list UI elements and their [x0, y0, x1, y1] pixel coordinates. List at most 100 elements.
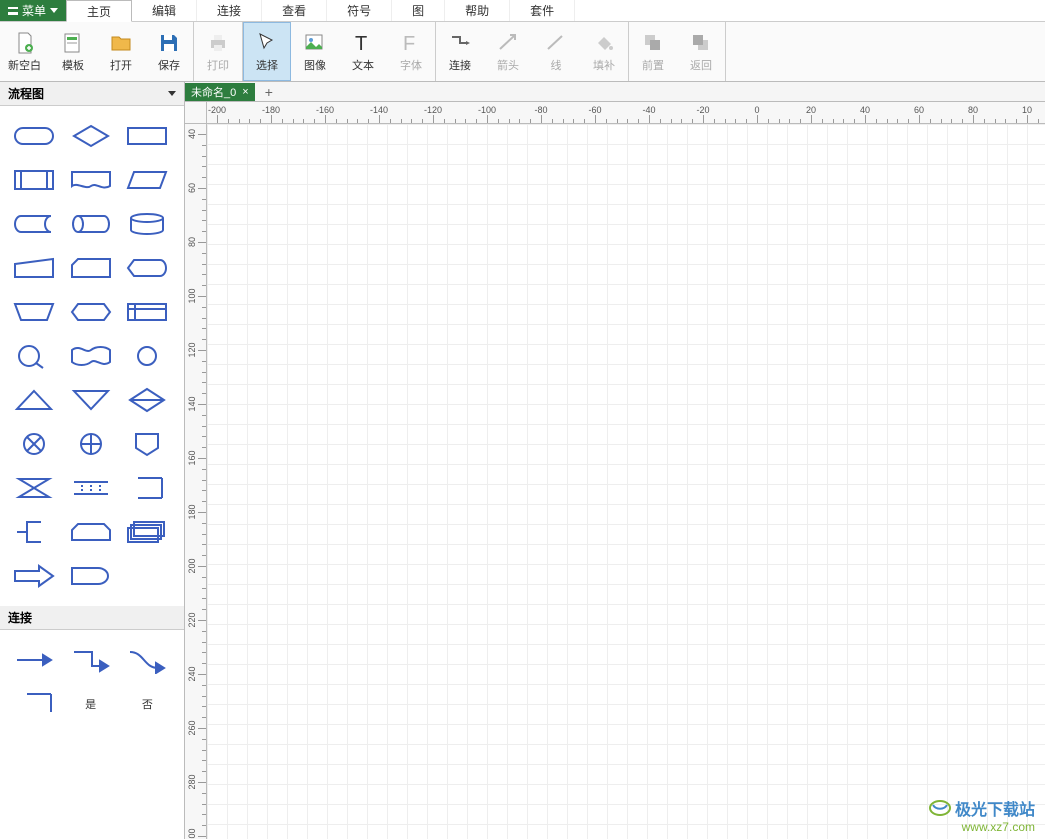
send-back-icon — [689, 31, 713, 55]
tab-view[interactable]: 查看 — [262, 0, 327, 21]
shape-connector[interactable] — [123, 340, 171, 372]
save-button[interactable]: 保存 — [145, 22, 193, 81]
main-area: 未命名_0 × + -200-180-160-140-120-100-80-60… — [185, 82, 1045, 839]
cursor-icon — [255, 31, 279, 55]
connector-straight[interactable] — [10, 644, 58, 676]
shape-connector-q[interactable] — [10, 340, 58, 372]
ruler-corner — [185, 102, 207, 124]
shape-database[interactable] — [123, 208, 171, 240]
tab-label: 套件 — [530, 2, 554, 19]
tab-edit[interactable]: 编辑 — [132, 0, 197, 21]
chevron-down-icon — [168, 91, 176, 96]
shape-loop-limit-open[interactable] — [123, 472, 171, 504]
ribbon-label: 文本 — [352, 57, 374, 73]
shape-delay[interactable] — [67, 560, 115, 592]
shape-direct-data[interactable] — [67, 208, 115, 240]
shape-stored-data[interactable] — [10, 208, 58, 240]
shape-process[interactable] — [123, 120, 171, 152]
shape-data[interactable] — [123, 164, 171, 196]
shape-collate[interactable] — [10, 472, 58, 504]
shape-arrow-right[interactable] — [10, 560, 58, 592]
connect-button[interactable]: 连接 — [436, 22, 484, 81]
shape-display[interactable] — [123, 252, 171, 284]
ribbon-toolbar: 新空白 模板 打开 保存 打印 选择 图像 T 文本 — [0, 22, 1045, 82]
shape-tape[interactable] — [67, 340, 115, 372]
tab-help[interactable]: 帮助 — [445, 0, 510, 21]
ribbon-label: 字体 — [400, 57, 422, 73]
shape-subprocess[interactable] — [10, 164, 58, 196]
connect-panel-header[interactable]: 连接 — [0, 606, 184, 630]
template-icon — [61, 31, 85, 55]
tab-suite[interactable]: 套件 — [510, 0, 575, 21]
ribbon-label: 打印 — [207, 57, 229, 73]
print-button[interactable]: 打印 — [194, 22, 242, 81]
image-button[interactable]: 图像 — [291, 22, 339, 81]
document-tab[interactable]: 未命名_0 × — [185, 83, 255, 101]
connector-icon — [448, 31, 472, 55]
connector-yes-label[interactable]: 是 — [67, 688, 115, 720]
shape-preparation[interactable] — [67, 296, 115, 328]
shape-sort[interactable] — [123, 384, 171, 416]
connect-shapes-grid: 是 否 — [0, 630, 184, 734]
arrow-button[interactable]: 箭头 — [484, 22, 532, 81]
connector-no-label[interactable]: 否 — [123, 688, 171, 720]
text-button[interactable]: T 文本 — [339, 22, 387, 81]
ribbon-label: 填补 — [593, 57, 615, 73]
shape-summing[interactable] — [10, 428, 58, 460]
shape-multi-doc[interactable] — [123, 516, 171, 548]
shape-decision[interactable] — [67, 120, 115, 152]
connector-curve[interactable] — [123, 644, 171, 676]
drawing-canvas[interactable] — [207, 124, 1045, 839]
ruler-vertical[interactable]: 406080100120140160180200220240260280300 — [185, 124, 207, 839]
ruler-horizontal[interactable]: -200-180-160-140-120-100-80-60-40-200204… — [207, 102, 1045, 124]
shape-manual-input[interactable] — [10, 252, 58, 284]
doc-tab-label: 未命名_0 — [191, 84, 236, 100]
tab-label: 图 — [412, 2, 424, 19]
font-icon: F — [399, 31, 423, 55]
new-blank-button[interactable]: 新空白 — [0, 22, 49, 81]
flowchart-shapes-grid — [0, 106, 184, 606]
shape-manual-op[interactable] — [10, 296, 58, 328]
return-button[interactable]: 返回 — [677, 22, 725, 81]
connector-elbow[interactable] — [67, 644, 115, 676]
line-button[interactable]: 线 — [532, 22, 580, 81]
tab-home[interactable]: 主页 — [66, 0, 132, 22]
ribbon-label: 保存 — [158, 57, 180, 73]
template-button[interactable]: 模板 — [49, 22, 97, 81]
shape-delay-bars[interactable] — [67, 472, 115, 504]
flowchart-panel-header[interactable]: 流程图 — [0, 82, 184, 106]
app-menu-button[interactable]: 菜单 — [0, 0, 66, 21]
tab-label: 连接 — [217, 2, 241, 19]
ribbon-label: 打开 — [110, 57, 132, 73]
tab-diagram[interactable]: 图 — [392, 0, 445, 21]
shape-offpage[interactable] — [123, 428, 171, 460]
front-button[interactable]: 前置 — [629, 22, 677, 81]
logo-icon — [929, 799, 951, 817]
chevron-down-icon — [50, 8, 58, 13]
ribbon-label: 返回 — [690, 57, 712, 73]
shape-internal-storage[interactable] — [123, 296, 171, 328]
watermark: 极光下载站 www.xz7.com — [929, 796, 1035, 834]
shape-or[interactable] — [67, 428, 115, 460]
shape-card[interactable] — [67, 252, 115, 284]
open-button[interactable]: 打开 — [97, 22, 145, 81]
shape-extract[interactable] — [10, 384, 58, 416]
shapes-sidebar: 流程图 — [0, 82, 185, 839]
ribbon-label: 选择 — [256, 57, 278, 73]
shape-document[interactable] — [67, 164, 115, 196]
connector-open[interactable] — [10, 688, 58, 720]
bucket-icon — [592, 31, 616, 55]
folder-open-icon — [109, 31, 133, 55]
tab-symbol[interactable]: 符号 — [327, 0, 392, 21]
shape-terminator[interactable] — [10, 120, 58, 152]
tab-connect[interactable]: 连接 — [197, 0, 262, 21]
shape-merge[interactable] — [67, 384, 115, 416]
fill-button[interactable]: 填补 — [580, 22, 628, 81]
shape-annotation[interactable] — [10, 516, 58, 548]
font-button[interactable]: F 字体 — [387, 22, 435, 81]
close-tab-icon[interactable]: × — [242, 86, 248, 98]
shape-loop-limit[interactable] — [67, 516, 115, 548]
ribbon-label: 图像 — [304, 57, 326, 73]
select-button[interactable]: 选择 — [243, 22, 291, 81]
add-tab-button[interactable]: + — [255, 84, 283, 100]
